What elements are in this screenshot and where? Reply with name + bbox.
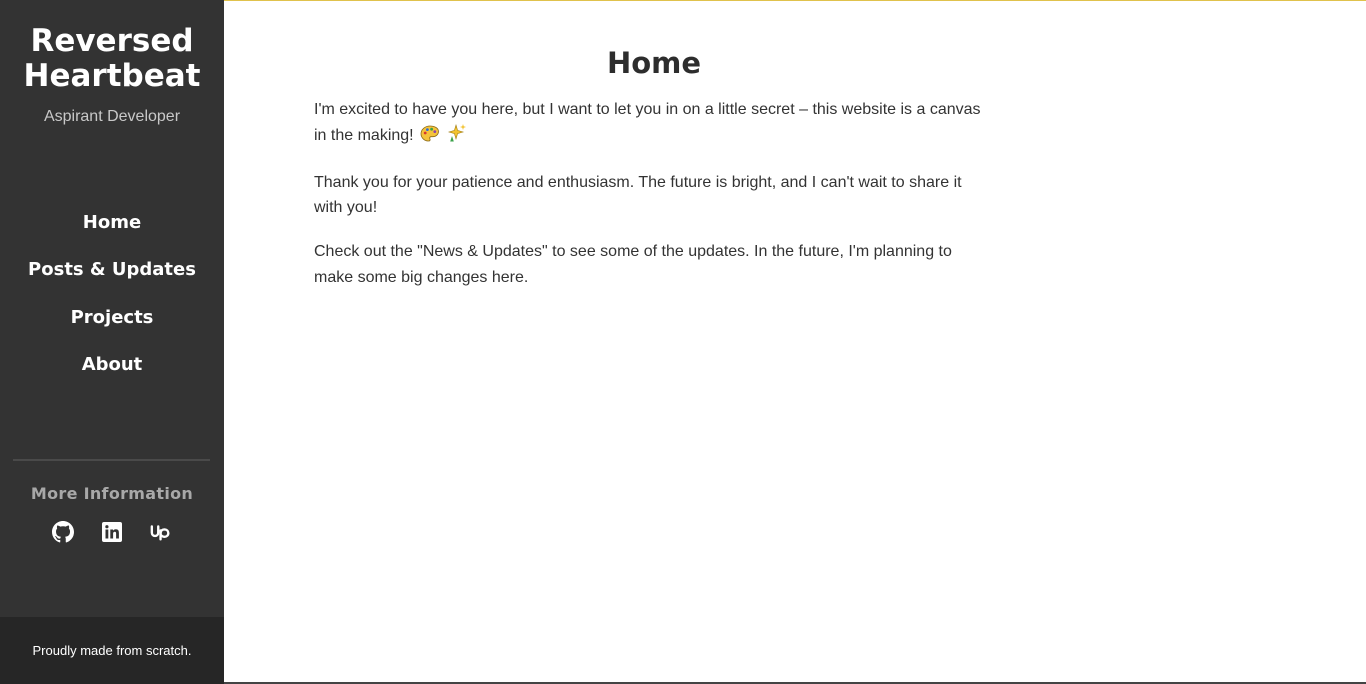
footer-text: Proudly made from scratch. xyxy=(32,643,192,658)
site-title-line2: Heartbeat xyxy=(23,58,201,94)
sidebar: Reversed Heartbeat Aspirant Developer Ho… xyxy=(0,0,224,684)
github-icon xyxy=(52,521,74,543)
github-link[interactable] xyxy=(52,521,74,543)
palette-icon xyxy=(420,125,440,152)
sidebar-divider xyxy=(13,459,210,461)
main-content: Home I'm excited to have you here, but I… xyxy=(224,1,1366,684)
upwork-icon xyxy=(150,525,170,541)
paragraph-updates: Check out the "News & Updates" to see so… xyxy=(314,243,952,286)
linkedin-link[interactable] xyxy=(101,521,123,543)
nav-item-posts-updates[interactable]: Posts & Updates xyxy=(0,255,224,302)
sidebar-footer: Proudly made from scratch. xyxy=(0,617,224,684)
main-nav: Home Posts & Updates Projects About xyxy=(0,208,224,397)
paragraph-intro-text: I'm excited to have you here, but I want… xyxy=(314,101,981,144)
site-title-line1: Reversed xyxy=(30,23,194,59)
nav-item-projects[interactable]: Projects xyxy=(0,303,224,350)
content-body: I'm excited to have you here, but I want… xyxy=(314,97,994,309)
more-info-heading: More Information xyxy=(30,484,194,503)
sparkles-icon xyxy=(447,123,467,152)
paragraph-intro: I'm excited to have you here, but I want… xyxy=(314,97,994,151)
site-title[interactable]: Reversed Heartbeat xyxy=(0,24,224,94)
upwork-link[interactable] xyxy=(150,521,172,543)
social-links xyxy=(0,521,224,543)
paragraph-thanks: Thank you for your patience and enthusia… xyxy=(314,173,962,217)
nav-item-home[interactable]: Home xyxy=(0,208,224,255)
page-title: Home xyxy=(606,46,702,80)
site-subtitle: Aspirant Developer xyxy=(43,108,181,125)
nav-item-about[interactable]: About xyxy=(0,350,224,397)
linkedin-icon xyxy=(102,522,122,542)
